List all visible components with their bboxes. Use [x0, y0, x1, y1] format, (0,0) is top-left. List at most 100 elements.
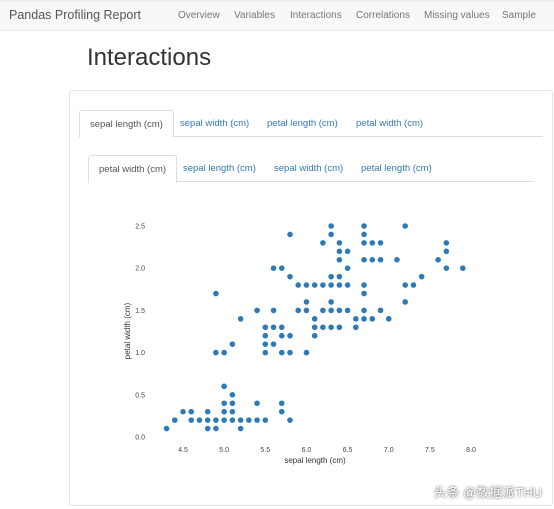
- data-point: [180, 408, 186, 415]
- data-point: [221, 383, 227, 390]
- data-point: [213, 417, 219, 423]
- data-point: [328, 231, 334, 238]
- x-axis-label: sepal length (cm): [284, 456, 346, 465]
- data-point: [287, 417, 293, 423]
- data-point: [287, 273, 293, 280]
- data-point: [443, 265, 450, 272]
- data-point: [237, 316, 244, 322]
- data-point: [361, 290, 367, 297]
- data-point: [328, 223, 334, 229]
- data-point: [254, 307, 260, 314]
- data-point: [336, 307, 343, 314]
- data-point: [188, 417, 195, 423]
- data-point: [385, 316, 392, 322]
- data-point: [278, 408, 285, 415]
- data-point: [328, 282, 334, 288]
- data-point: [204, 417, 211, 423]
- data-point: [171, 417, 178, 423]
- data-point: [278, 265, 285, 272]
- data-point: [287, 231, 293, 238]
- data-point: [353, 316, 359, 322]
- data-point: [328, 307, 334, 314]
- data-point: [460, 265, 466, 272]
- data-point: [270, 265, 277, 272]
- data-point: [221, 349, 227, 356]
- x-tick-label: 8.0: [466, 447, 476, 454]
- data-point: [402, 223, 409, 229]
- data-point: [377, 256, 384, 263]
- data-point: [344, 307, 351, 314]
- data-point: [320, 282, 326, 288]
- data-point: [196, 417, 203, 423]
- data-point: [443, 248, 450, 255]
- data-point: [270, 341, 277, 347]
- data-point: [328, 299, 334, 305]
- x-tick-label: 5.5: [260, 447, 270, 454]
- x-tick-label: 6.0: [302, 447, 312, 454]
- data-point: [377, 307, 384, 314]
- data-point: [336, 324, 343, 331]
- x-tick-label: 7.0: [384, 447, 394, 454]
- data-point: [369, 316, 376, 322]
- data-point: [369, 240, 376, 246]
- data-point: [278, 324, 285, 331]
- watermark: 头条 @数据派THU: [433, 485, 542, 500]
- data-point: [287, 349, 293, 356]
- data-point: [344, 282, 351, 288]
- data-point: [361, 316, 367, 322]
- data-point: [320, 240, 326, 246]
- data-point: [221, 400, 227, 407]
- data-point: [262, 324, 269, 331]
- data-point: [361, 223, 367, 229]
- data-point: [204, 425, 211, 432]
- data-point: [311, 332, 318, 339]
- data-point: [254, 417, 260, 423]
- y-tick-label: 1.5: [135, 308, 145, 315]
- data-point: [254, 400, 260, 407]
- data-point: [237, 417, 244, 423]
- data-point: [369, 256, 376, 263]
- data-point: [361, 282, 367, 288]
- data-point: [443, 240, 450, 246]
- data-point: [328, 273, 334, 280]
- data-point: [213, 349, 219, 356]
- x-tick-label: 7.5: [425, 447, 435, 454]
- data-point: [229, 417, 236, 423]
- data-point: [418, 273, 425, 280]
- data-point: [278, 349, 285, 356]
- data-point: [336, 282, 343, 288]
- data-point: [311, 324, 318, 331]
- data-point: [262, 341, 269, 347]
- y-axis-label: petal width (cm): [123, 302, 132, 359]
- data-point: [410, 282, 417, 288]
- x-tick-label: 4.5: [178, 447, 188, 454]
- data-point: [303, 299, 310, 305]
- data-point: [295, 282, 302, 288]
- data-point: [336, 248, 343, 255]
- data-point: [328, 324, 334, 331]
- data-point: [295, 307, 302, 314]
- data-point: [353, 324, 359, 331]
- y-tick-label: 1.0: [135, 350, 145, 357]
- data-point: [213, 425, 219, 432]
- data-point: [402, 299, 409, 305]
- data-point: [270, 307, 277, 314]
- data-point: [361, 307, 367, 314]
- data-point: [246, 417, 252, 423]
- data-point: [336, 273, 343, 280]
- data-point: [213, 290, 219, 297]
- data-point: [435, 256, 441, 263]
- data-point: [361, 256, 367, 263]
- y-tick-label: 0.5: [135, 392, 145, 399]
- data-point: [204, 408, 211, 415]
- x-tick-label: 5.0: [219, 447, 229, 454]
- data-point: [262, 417, 269, 423]
- data-point: [320, 324, 326, 331]
- data-point: [278, 332, 285, 339]
- data-point: [262, 332, 269, 339]
- y-tick-label: 0.0: [135, 435, 145, 442]
- x-tick-label: 6.5: [343, 447, 353, 454]
- data-point: [229, 408, 236, 415]
- data-point: [303, 307, 310, 314]
- data-point: [270, 324, 277, 331]
